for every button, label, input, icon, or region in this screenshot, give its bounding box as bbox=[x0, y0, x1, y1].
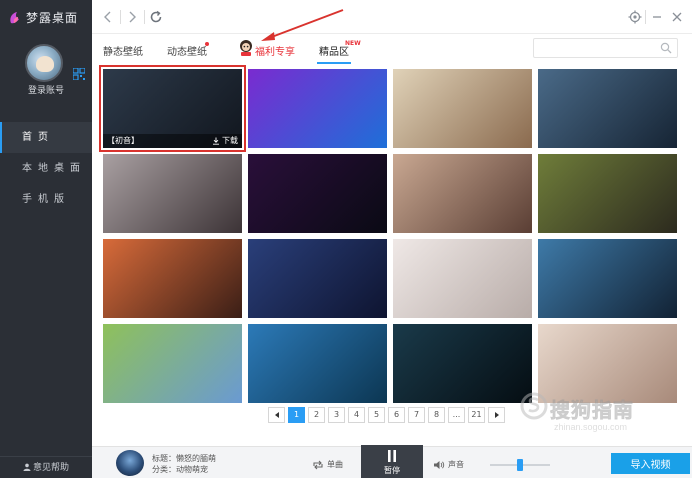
page-button[interactable]: 1 bbox=[288, 407, 305, 423]
search-icon[interactable] bbox=[660, 42, 672, 54]
toolbar-divider bbox=[120, 10, 121, 24]
wallpaper-thumbnail[interactable] bbox=[248, 324, 387, 403]
volume-slider-handle[interactable] bbox=[517, 459, 523, 471]
settings-button[interactable] bbox=[627, 9, 643, 25]
sidebar: 梦露桌面 登录账号 首页 本地桌面 手机版 意见帮助 bbox=[0, 0, 92, 478]
wallpaper-thumbnail[interactable] bbox=[103, 324, 242, 403]
chevron-right-icon bbox=[129, 11, 136, 23]
wallpaper-thumbnail[interactable] bbox=[103, 239, 242, 318]
now-playing-title: 标题：懒怒的腼萌 bbox=[152, 454, 216, 463]
page-button[interactable]: 2 bbox=[308, 407, 325, 423]
forward-button[interactable] bbox=[124, 9, 140, 25]
wallpaper-thumbnail[interactable] bbox=[538, 154, 677, 233]
page-button[interactable]: 4 bbox=[348, 407, 365, 423]
volume-slider[interactable] bbox=[490, 459, 550, 471]
page-ellipsis: ... bbox=[448, 407, 465, 423]
wallpaper-tag: 【初音】 bbox=[107, 136, 139, 145]
qr-code-icon[interactable] bbox=[73, 68, 85, 80]
minimize-button[interactable] bbox=[649, 9, 665, 25]
page-button[interactable]: 8 bbox=[428, 407, 445, 423]
wallpaper-thumbnail[interactable] bbox=[538, 239, 677, 318]
caret-right-icon bbox=[494, 412, 499, 418]
wallpaper-thumbnail[interactable] bbox=[248, 154, 387, 233]
new-dot-badge bbox=[205, 42, 209, 46]
pagination: 1 2 3 4 5 6 7 8... 21 bbox=[268, 407, 505, 423]
page-button[interactable]: 7 bbox=[408, 407, 425, 423]
minimize-icon bbox=[653, 16, 661, 18]
download-button[interactable]: 下载 bbox=[212, 134, 238, 148]
close-icon bbox=[672, 12, 682, 22]
caret-left-icon bbox=[274, 412, 279, 418]
gear-icon bbox=[628, 10, 642, 24]
download-label: 下载 bbox=[222, 136, 238, 145]
app-logo-icon bbox=[10, 11, 19, 23]
toolbar-divider bbox=[144, 10, 145, 24]
now-playing-category: 分类：动物萌宠 bbox=[152, 465, 208, 474]
import-video-button[interactable]: 导入视频 bbox=[611, 453, 690, 474]
watermark: 搜狗指南 zhinan.sogou.com bbox=[516, 388, 676, 440]
tab-welfare[interactable]: 福利专享 bbox=[255, 43, 295, 58]
prev-page-button[interactable] bbox=[268, 407, 285, 423]
top-bar bbox=[92, 0, 692, 34]
sidebar-item-local-desktop[interactable]: 本地桌面 bbox=[0, 153, 92, 184]
refresh-icon bbox=[150, 10, 162, 23]
pause-icon bbox=[388, 450, 396, 462]
wallpaper-thumbnail[interactable] bbox=[538, 69, 677, 148]
page-button[interactable]: 3 bbox=[328, 407, 345, 423]
back-button[interactable] bbox=[100, 9, 116, 25]
tab-dynamic-wallpaper[interactable]: 动态壁纸 bbox=[167, 43, 207, 58]
now-playing-meta: 标题：懒怒的腼萌 分类：动物萌宠 bbox=[152, 453, 216, 475]
pause-button[interactable]: 暂停 bbox=[361, 445, 423, 478]
mascot-icon bbox=[240, 40, 252, 56]
sidebar-item-home[interactable]: 首页 bbox=[0, 122, 92, 153]
sound-label: 声音 bbox=[448, 460, 464, 469]
sidebar-nav: 首页 本地桌面 手机版 bbox=[0, 122, 92, 215]
category-tabs: 静态壁纸 动态壁纸 福利专享 精品区 NEW bbox=[92, 34, 692, 64]
next-page-button[interactable] bbox=[488, 407, 505, 423]
app-name: 梦露桌面 bbox=[26, 11, 79, 25]
wallpaper-thumbnail[interactable] bbox=[248, 69, 387, 148]
wallpaper-thumbnail[interactable] bbox=[393, 239, 532, 318]
help-link[interactable]: 意见帮助 bbox=[0, 456, 92, 478]
help-label: 意见帮助 bbox=[32, 463, 69, 473]
search-input[interactable] bbox=[534, 39, 654, 57]
watermark-url: zhinan.sogou.com bbox=[554, 422, 628, 432]
app-logo: 梦露桌面 bbox=[8, 9, 78, 26]
pause-label: 暂停 bbox=[384, 466, 400, 475]
watermark-text: 搜狗指南 bbox=[550, 398, 634, 423]
wallpaper-thumbnail[interactable] bbox=[393, 69, 532, 148]
loop-mode-button[interactable]: 单曲 bbox=[312, 459, 343, 470]
now-playing-thumbnail bbox=[116, 450, 144, 476]
loop-label: 单曲 bbox=[327, 460, 343, 469]
refresh-button[interactable] bbox=[148, 9, 164, 25]
page-button[interactable]: 21 bbox=[468, 407, 485, 423]
chevron-left-icon bbox=[104, 11, 111, 23]
page-button[interactable]: 6 bbox=[388, 407, 405, 423]
download-icon bbox=[213, 137, 219, 145]
tab-static-wallpaper[interactable]: 静态壁纸 bbox=[103, 43, 143, 58]
player-bar: 标题：懒怒的腼萌 分类：动物萌宠 单曲 暂停 声音 导入视频 bbox=[92, 445, 692, 478]
wallpaper-thumbnail[interactable] bbox=[393, 154, 532, 233]
wallpaper-info-bar: 【初音】 下载 bbox=[103, 134, 242, 148]
close-button[interactable] bbox=[669, 9, 685, 25]
new-badge: NEW bbox=[345, 40, 361, 47]
wallpaper-thumbnail[interactable] bbox=[393, 324, 532, 403]
speaker-icon bbox=[434, 460, 445, 469]
search-box[interactable] bbox=[533, 38, 678, 58]
page-button[interactable]: 5 bbox=[368, 407, 385, 423]
toolbar-divider bbox=[645, 10, 646, 24]
sogou-logo-icon bbox=[520, 392, 548, 420]
sound-toggle[interactable]: 声音 bbox=[433, 459, 464, 470]
loop-icon bbox=[313, 460, 323, 469]
sidebar-item-mobile[interactable]: 手机版 bbox=[0, 184, 92, 215]
avatar[interactable] bbox=[25, 44, 63, 82]
wallpaper-thumbnail[interactable]: 【初音】 下载 bbox=[99, 65, 246, 152]
wallpaper-thumbnail[interactable] bbox=[248, 239, 387, 318]
wallpaper-thumbnail[interactable] bbox=[103, 154, 242, 233]
user-icon bbox=[23, 458, 31, 471]
login-link[interactable]: 登录账号 bbox=[0, 83, 92, 96]
